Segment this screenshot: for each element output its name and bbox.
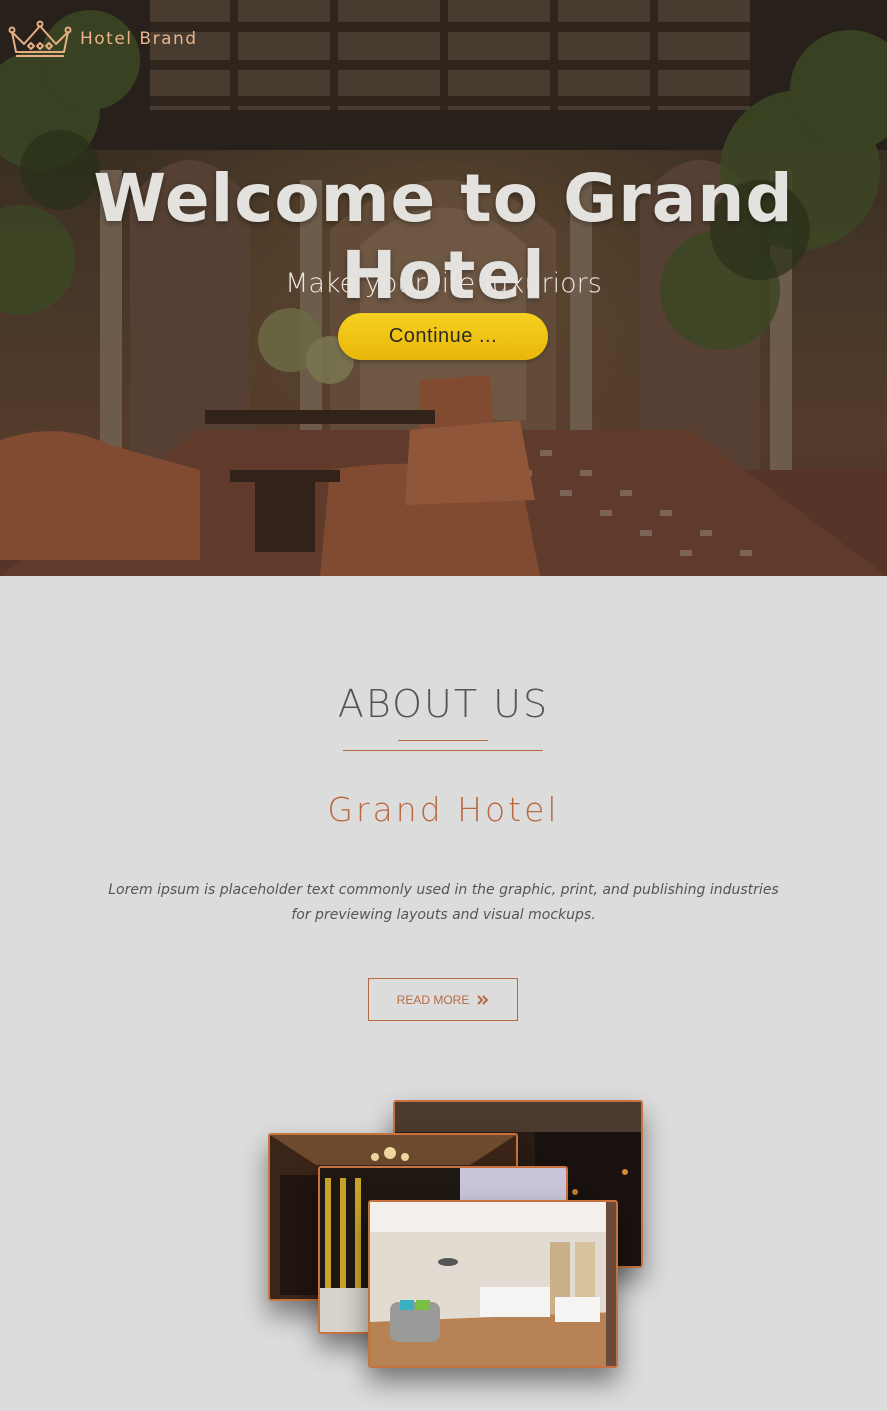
read-more-button[interactable]: READ MORE bbox=[368, 978, 518, 1021]
gallery-photo-guest-room[interactable] bbox=[368, 1200, 618, 1368]
about-heading: ABOUT US bbox=[337, 682, 550, 726]
heading-divider-long bbox=[343, 750, 543, 751]
heading-divider-short bbox=[398, 740, 488, 741]
crown-icon bbox=[8, 20, 72, 57]
brand-name: Hotel Brand bbox=[80, 29, 198, 49]
continue-button[interactable]: Continue ... bbox=[338, 313, 548, 360]
double-chevron-right-icon bbox=[477, 994, 489, 1005]
read-more-label: READ MORE bbox=[396, 992, 470, 1007]
about-subheading: Grand Hotel bbox=[327, 790, 560, 829]
hero-banner: Hotel Brand Welcome to Grand Hotel Make … bbox=[0, 0, 887, 576]
about-body: Lorem ipsum is placeholder text commonly… bbox=[108, 882, 779, 923]
hero-subtitle: Make your life luxuriors bbox=[285, 268, 602, 299]
brand[interactable]: Hotel Brand bbox=[8, 20, 198, 58]
